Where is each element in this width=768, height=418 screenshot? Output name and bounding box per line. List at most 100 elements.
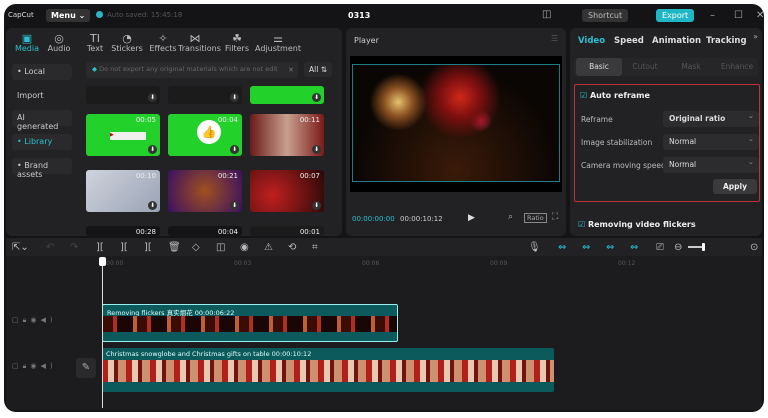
tab-filters[interactable]: ☘ Filters xyxy=(220,32,254,53)
sidebar-item[interactable]: • Local xyxy=(12,64,72,80)
camera-speed-select[interactable]: Normal xyxy=(663,157,759,173)
tab-speed[interactable]: Speed xyxy=(614,36,644,46)
media-panel: ▣ Media ◎ Audio TI Text ◔ Stickers ✧ Effects ⋈ Tran… xyxy=(6,28,342,236)
tab-transitions[interactable]: ⋈ Transitions xyxy=(178,32,221,53)
tab-video[interactable]: Video xyxy=(578,36,605,46)
redo-icon[interactable]: ↷ xyxy=(70,242,78,253)
export-button[interactable]: Export xyxy=(656,9,695,22)
split-icon[interactable]: ][ xyxy=(96,242,104,253)
layout-icon[interactable]: ◫ xyxy=(542,9,551,20)
download-icon[interactable]: ⬇ xyxy=(148,145,157,154)
select-tool-icon[interactable]: ⇱⌄ xyxy=(12,242,29,253)
mirror-icon[interactable]: ⚠ xyxy=(264,242,273,253)
sidebar-item[interactable]: Import xyxy=(12,88,72,104)
zoom-out-icon[interactable]: ⊖ xyxy=(674,242,682,253)
freeze-icon[interactable]: ◫ xyxy=(216,242,225,253)
reframe-select[interactable]: Original ratio xyxy=(663,111,759,127)
split-left-icon[interactable]: ][ xyxy=(120,242,128,253)
maximize-icon[interactable]: ☐ xyxy=(734,10,743,21)
audio-icon[interactable]: ◀) xyxy=(40,362,56,370)
download-icon[interactable]: ⬇ xyxy=(230,201,239,210)
media-thumbnail[interactable]: ⬇ xyxy=(250,86,324,104)
media-thumbnail[interactable]: 00:10 ⬇ xyxy=(86,170,160,212)
playhead[interactable] xyxy=(102,258,103,408)
eye-icon[interactable]: ◉ xyxy=(30,362,40,370)
tab-tracking[interactable]: Tracking xyxy=(706,36,747,46)
download-icon[interactable]: ⬇ xyxy=(148,93,157,102)
rotate-icon[interactable]: ⟲ xyxy=(288,242,296,253)
subtab-basic[interactable]: Basic xyxy=(576,58,622,76)
split-right-icon[interactable]: ][ xyxy=(144,242,152,253)
clip-fireworks[interactable]: Removing flickers 真实烟花 00:00:06:22 xyxy=(102,304,398,342)
track-select-icon[interactable]: ▢ xyxy=(12,362,23,370)
auto-reframe-checkbox[interactable]: ☑ Auto reframe xyxy=(580,91,650,100)
zoom-slider[interactable] xyxy=(688,246,702,248)
sidebar-item[interactable]: AI generated xyxy=(12,110,72,131)
apply-button[interactable]: Apply xyxy=(713,179,757,194)
minimize-icon[interactable]: – xyxy=(710,10,715,21)
tab-media[interactable]: ▣ Media xyxy=(10,32,44,53)
transitions-icon: ⋈ xyxy=(189,32,201,45)
tab-effects[interactable]: ✧ Effects xyxy=(146,32,180,53)
tab-audio[interactable]: ◎ Audio xyxy=(42,32,76,53)
connect-icon[interactable]: ⇔ xyxy=(630,242,638,253)
track-header: ▢🔒︎◉◀) xyxy=(12,362,57,371)
tab-stickers[interactable]: ◔ Stickers xyxy=(110,32,144,53)
eye-icon[interactable]: ◉ xyxy=(30,316,40,324)
sidebar-item[interactable]: • Library xyxy=(12,134,72,150)
track-select-icon[interactable]: ▢ xyxy=(12,316,23,324)
removing-flickers-checkbox[interactable]: ☑ Removing video flickers xyxy=(578,220,696,229)
timeline-settings-icon[interactable]: ⊙ xyxy=(750,242,758,253)
media-thumbnail[interactable]: ⬇ xyxy=(168,86,242,104)
download-icon[interactable]: ⬇ xyxy=(312,93,321,102)
reverse-icon[interactable]: ◉ xyxy=(240,242,249,253)
download-icon[interactable]: ⬇ xyxy=(230,93,239,102)
zoom-fit-icon[interactable]: ⌕ xyxy=(508,212,513,222)
preview-axis-icon[interactable]: ⇔ xyxy=(606,242,614,253)
sidebar-item[interactable]: • Brand assets xyxy=(12,158,72,179)
zoom-slider-handle[interactable] xyxy=(702,243,705,251)
current-time: 00:00:00:00 xyxy=(352,215,395,223)
shortcut-button[interactable]: Shortcut xyxy=(582,9,629,22)
download-icon[interactable]: ⬇ xyxy=(148,201,157,210)
subtab-cutout[interactable]: Cutout xyxy=(622,58,668,76)
media-thumbnail[interactable]: ⬇ xyxy=(86,86,160,104)
snap-icon[interactable]: ⇔ xyxy=(582,242,590,253)
media-thumbnail[interactable]: 00:07 ⬇ xyxy=(250,170,324,212)
time-ruler[interactable]: 00:00 00:03 00:06 00:09 00:12 xyxy=(6,256,762,270)
filter-dropdown[interactable]: All ⇅ xyxy=(304,62,332,77)
media-thumbnail[interactable]: 00:11 ⬇ xyxy=(250,114,324,156)
tab-text[interactable]: TI Text xyxy=(78,32,112,53)
download-icon[interactable]: ⬇ xyxy=(312,201,321,210)
caption-icon[interactable]: ⎚ xyxy=(656,242,664,253)
cover-edit-icon[interactable]: ✎ xyxy=(76,358,96,378)
playhead-handle[interactable] xyxy=(99,257,106,266)
fullscreen-icon[interactable]: ⛶ xyxy=(552,212,558,222)
subtab-enhance[interactable]: Enhance xyxy=(714,58,760,76)
download-icon[interactable]: ⬇ xyxy=(312,145,321,154)
mask-icon[interactable]: ◇ xyxy=(192,242,200,253)
tab-adjustment[interactable]: ⚌ Adjustment xyxy=(254,32,302,53)
delete-icon[interactable]: 🗑 xyxy=(168,242,181,253)
player-menu-icon[interactable]: ☰ xyxy=(551,34,558,43)
more-tabs-icon[interactable]: » xyxy=(753,32,758,41)
menu-button[interactable]: Menu ⌄ xyxy=(46,9,91,22)
media-thumbnail[interactable]: 00:04 xyxy=(168,226,242,236)
subtab-mask[interactable]: Mask xyxy=(668,58,714,76)
download-icon[interactable]: ⬇ xyxy=(230,145,239,154)
undo-icon[interactable]: ↶ xyxy=(46,242,54,253)
media-thumbnail[interactable]: 00:01 xyxy=(250,226,324,236)
audio-icon[interactable]: ◀) xyxy=(40,316,56,324)
close-icon[interactable]: ✕ xyxy=(756,10,764,21)
tab-animation[interactable]: Animation xyxy=(652,36,701,46)
close-notice-icon[interactable]: ✕ xyxy=(288,66,294,74)
media-thumbnail[interactable]: 00:28 xyxy=(86,226,160,236)
stabilization-select[interactable]: Normal xyxy=(663,134,759,150)
microphone-icon[interactable]: 🎙 xyxy=(528,242,541,253)
link-icon[interactable]: ⇔ xyxy=(558,242,566,253)
clip-christmas[interactable]: Christmas snowglobe and Christmas gifts … xyxy=(102,348,554,392)
crop-icon[interactable]: ⌗ xyxy=(312,242,318,253)
media-thumbnail[interactable]: 00:21 ⬇ xyxy=(168,170,242,212)
play-button[interactable]: ▶ xyxy=(468,213,475,223)
ratio-button[interactable]: Ratio xyxy=(524,213,547,223)
